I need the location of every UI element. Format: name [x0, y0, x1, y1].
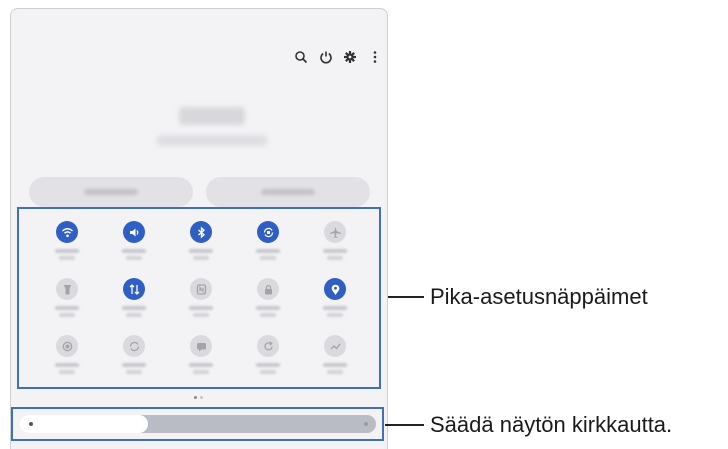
clock-blurred	[179, 107, 245, 125]
tile-label-blurred	[55, 249, 79, 253]
callout-line-brightness	[385, 424, 424, 426]
mobile-data-icon	[129, 283, 139, 295]
page-dot	[200, 396, 203, 399]
quick-setting-toggle[interactable]	[123, 278, 145, 300]
tile-sublabel-blurred	[126, 370, 142, 374]
quick-setting-tile[interactable]	[305, 272, 365, 328]
tile-label-blurred	[256, 249, 280, 253]
date-blurred	[157, 135, 267, 146]
airplane-icon	[329, 226, 341, 238]
tile-sublabel-blurred	[327, 313, 343, 317]
quick-setting-toggle[interactable]	[123, 335, 145, 357]
panel-toolbar	[293, 49, 383, 65]
quick-setting-toggle[interactable]	[257, 335, 279, 357]
page-dot	[194, 396, 197, 399]
device-control-button[interactable]	[29, 177, 193, 207]
quick-setting-toggle[interactable]	[56, 221, 78, 243]
quick-setting-tile[interactable]	[37, 329, 97, 385]
quick-setting-toggle[interactable]	[324, 335, 346, 357]
quick-setting-tile[interactable]	[305, 215, 365, 271]
tile-label-blurred	[256, 306, 280, 310]
brightness-end-dot	[364, 422, 368, 426]
screen-record-icon	[62, 341, 72, 351]
quick-setting-tile[interactable]	[37, 215, 97, 271]
more-options-icon[interactable]	[367, 49, 383, 65]
lock-icon	[264, 284, 272, 294]
tile-label-blurred	[323, 249, 347, 253]
quick-setting-toggle[interactable]	[123, 221, 145, 243]
quick-setting-tile[interactable]	[104, 272, 164, 328]
quick-setting-tile[interactable]	[238, 272, 298, 328]
sound-icon	[129, 228, 138, 236]
quick-setting-tile[interactable]	[37, 272, 97, 328]
brightness-slider[interactable]	[19, 415, 376, 433]
callout-quick-buttons: Pika-asetusnäppäimet	[430, 284, 648, 309]
settings-icon[interactable]	[342, 49, 358, 65]
quick-setting-toggle[interactable]	[324, 221, 346, 243]
tile-label-blurred	[189, 363, 213, 367]
search-icon[interactable]	[293, 49, 309, 65]
refresh-icon	[263, 340, 273, 350]
brightness-highlight	[11, 407, 384, 441]
quick-setting-tile[interactable]	[171, 272, 231, 328]
tile-sublabel-blurred	[260, 313, 276, 317]
callout-line-quick	[388, 296, 424, 298]
tile-label-blurred	[189, 306, 213, 310]
tile-label-blurred	[256, 363, 280, 367]
tile-sublabel-blurred	[126, 313, 142, 317]
quick-setting-tile[interactable]	[238, 215, 298, 271]
quick-setting-toggle[interactable]	[190, 278, 212, 300]
tile-label-blurred	[323, 306, 347, 310]
tile-label-blurred	[122, 363, 146, 367]
flashlight-icon	[63, 284, 71, 294]
tile-sublabel-blurred	[193, 370, 209, 374]
tile-sublabel-blurred	[59, 313, 75, 317]
location-icon	[331, 284, 339, 295]
tile-sublabel-blurred	[260, 370, 276, 374]
tile-sublabel-blurred	[193, 256, 209, 260]
tile-sublabel-blurred	[260, 256, 276, 260]
quick-settings-highlight	[17, 207, 381, 389]
quick-setting-toggle[interactable]	[56, 335, 78, 357]
tile-sublabel-blurred	[193, 313, 209, 317]
tile-label-blurred	[55, 306, 79, 310]
quick-setting-toggle[interactable]	[257, 221, 279, 243]
tile-label-blurred	[323, 363, 347, 367]
quick-settings-grid	[19, 209, 379, 387]
quick-setting-toggle[interactable]	[56, 278, 78, 300]
quick-setting-toggle[interactable]	[324, 278, 346, 300]
sync-icon	[129, 341, 139, 351]
tile-label-blurred	[122, 249, 146, 253]
nfc-icon	[196, 283, 206, 295]
brightness-slider-fill	[19, 415, 148, 433]
media-output-button[interactable]	[206, 177, 370, 207]
quick-setting-tile[interactable]	[238, 329, 298, 385]
tile-label-blurred	[55, 363, 79, 367]
tile-label-blurred	[122, 306, 146, 310]
share-icon	[330, 343, 341, 349]
tile-sublabel-blurred	[59, 370, 75, 374]
wifi-icon	[61, 227, 73, 237]
callout-brightness: Säädä näytön kirkkautta.	[430, 412, 673, 437]
bluetooth-icon	[197, 226, 205, 238]
auto-rotate-icon	[263, 227, 273, 237]
quick-setting-tile[interactable]	[171, 329, 231, 385]
quick-setting-tile[interactable]	[305, 329, 365, 385]
quick-setting-tile[interactable]	[171, 215, 231, 271]
quick-setting-toggle[interactable]	[257, 278, 279, 300]
sun-icon	[29, 422, 33, 426]
page-indicator	[194, 396, 203, 399]
tile-sublabel-blurred	[126, 256, 142, 260]
quick-setting-tile[interactable]	[104, 215, 164, 271]
power-icon[interactable]	[318, 49, 334, 65]
tile-sublabel-blurred	[327, 256, 343, 260]
quick-setting-tile[interactable]	[104, 329, 164, 385]
message-icon	[196, 342, 206, 351]
quick-setting-toggle[interactable]	[190, 221, 212, 243]
quick-setting-toggle[interactable]	[190, 335, 212, 357]
tile-label-blurred	[189, 249, 213, 253]
tile-sublabel-blurred	[59, 256, 75, 260]
tile-sublabel-blurred	[327, 370, 343, 374]
